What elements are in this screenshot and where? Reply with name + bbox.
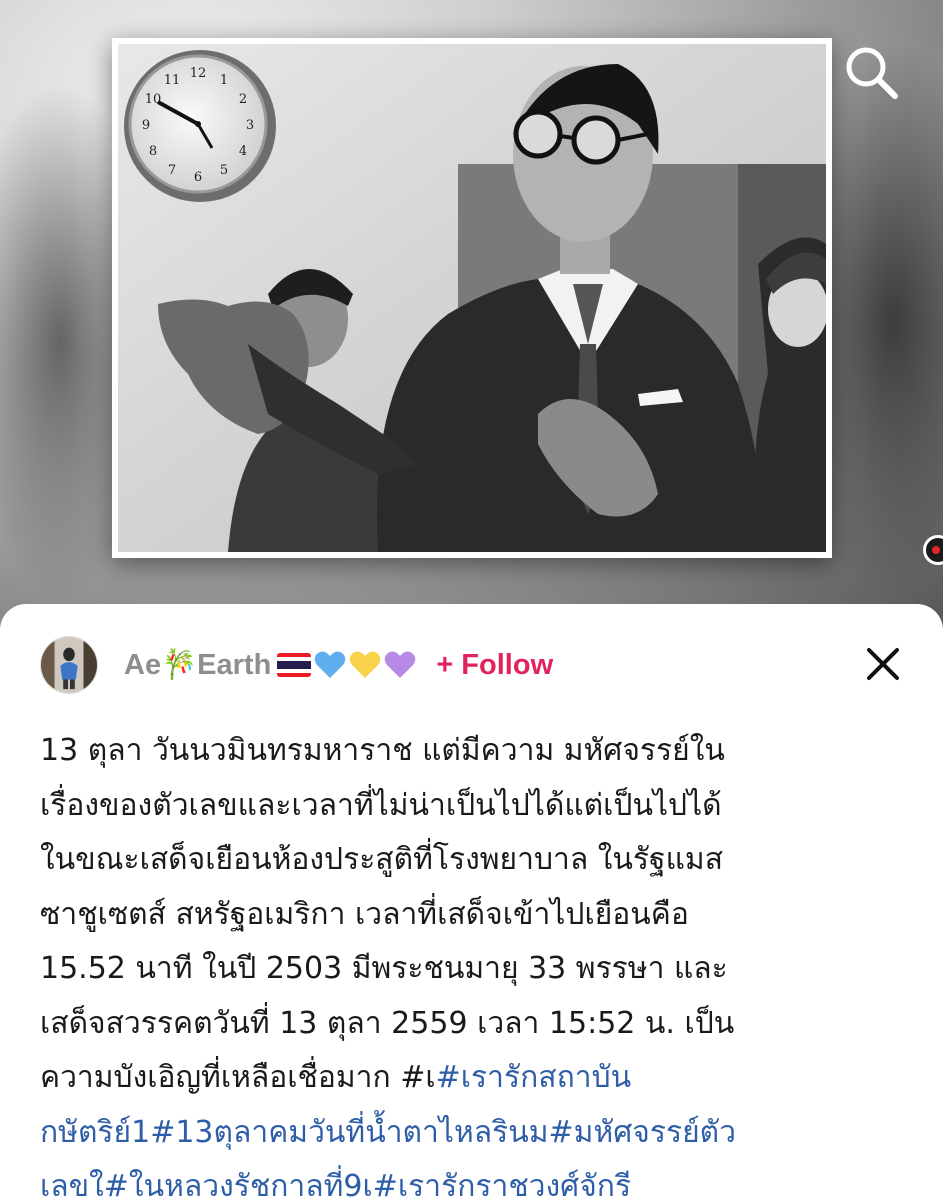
caption-text: ซาชูเซตส์ สหรัฐอเมริกา เวลาที่เสด็จเข้าไ… (40, 896, 689, 932)
woman-figure (754, 237, 826, 552)
caption-line: เรื่องของตัวเลขและเวลาที่ไม่น่าเป็นไปได้… (40, 779, 910, 834)
avatar-image (41, 637, 97, 693)
clock-numeral: 7 (168, 163, 176, 178)
hashtag-link[interactable]: #เรารักราชวงศ์จักรี (373, 1169, 631, 1200)
purple-heart-icon (385, 651, 416, 678)
clock-numeral: 3 (246, 118, 254, 133)
hashtag-link[interactable]: #มหัศจรรย์ตัว (549, 1115, 736, 1150)
clock-numeral: 8 (149, 144, 157, 159)
clock-numeral: 2 (239, 92, 247, 107)
caption-line: ในขณะเสด็จเยือนห้องประสูติที่โรงพยาบาล ใ… (40, 833, 910, 888)
hashtag-link[interactable]: #ในหลวงรัชกาลที่9เ (104, 1169, 373, 1200)
follow-button[interactable]: + Follow (436, 649, 553, 682)
search-icon (846, 47, 898, 99)
post-image-area[interactable]: 12 1 2 3 4 5 6 7 8 9 10 11 (0, 0, 943, 640)
search-button[interactable] (839, 40, 903, 104)
author-emoji-group (277, 650, 416, 680)
wall-clock: 12 12 3 45 6 78 9 1011 (124, 50, 276, 202)
clock-numeral: 4 (239, 144, 247, 159)
caption-text: ในขณะเสด็จเยือนห้องประสูติที่โรงพยาบาล ใ… (40, 842, 723, 877)
clock-numeral: 1 (220, 73, 228, 88)
caption-text: 15.52 นาที ในปี 2503 มีพระชนมายุ 33 พรรษ… (40, 951, 728, 986)
caption-line: ความบังเอิญที่เหลือเชื่อมาก #เ#เรารักสถา… (40, 1051, 910, 1106)
author-row: Ae🎋Earth + Follow (40, 634, 913, 696)
clock-numeral: 12 (190, 66, 207, 81)
caption-line: ซาชูเซตส์ สหรัฐอเมริกา เวลาที่เสด็จเข้าไ… (40, 888, 910, 943)
caption-line: เลขใ#ในหลวงรัชกาลที่9เ#เรารักราชวงศ์จักร… (40, 1160, 910, 1200)
hashtag-link[interactable]: #13ตุลาคมวันที่น้ำตาไหลรินม (150, 1115, 548, 1150)
avatar[interactable] (40, 636, 98, 694)
clock-numeral: 10 (145, 92, 162, 107)
clock-numeral: 5 (220, 163, 228, 178)
yellow-heart-icon (350, 651, 381, 678)
photo-illustration: 12 12 3 45 6 78 9 1011 (118, 44, 826, 552)
hashtag-link[interactable]: #เรารักสถาบัน (436, 1060, 632, 1095)
close-icon (867, 648, 899, 680)
caption-line: 13 ตุลา วันนวมินทรมหาราช แต่มีความ มหัศจ… (40, 724, 910, 779)
clock-numeral: 6 (194, 170, 202, 185)
clock-numeral: 11 (164, 73, 181, 88)
caption-text: ความบังเอิญที่เหลือเชื่อมาก #เ (40, 1060, 436, 1095)
caption-text: 13 ตุลา วันนวมินทรมหาราช แต่มีความ มหัศจ… (40, 733, 725, 768)
close-button[interactable] (863, 644, 903, 684)
clock-numeral: 9 (142, 118, 150, 133)
caption-text: เรื่องของตัวเลขและเวลาที่ไม่น่าเป็นไปได้… (40, 787, 722, 823)
post-caption: 13 ตุลา วันนวมินทรมหาราช แต่มีความ มหัศจ… (40, 724, 910, 1200)
blue-heart-icon (315, 651, 346, 678)
author-name[interactable]: Ae🎋Earth (124, 648, 271, 682)
hashtag-link[interactable]: เลขใ (40, 1169, 104, 1200)
caption-line: เสด็จสวรรคตวันที่ 13 ตุลา 2559 เวลา 15:5… (40, 997, 910, 1052)
hashtag-link[interactable]: กษัตริย์1 (40, 1115, 150, 1150)
post-details-sheet: Ae🎋Earth + Follow 13 ตุลา วันนวมินทรมหาร… (0, 604, 943, 1200)
caption-line: กษัตริย์1#13ตุลาคมวันที่น้ำตาไหลรินม#มหั… (40, 1106, 910, 1161)
caption-text: เสด็จสวรรคตวันที่ 13 ตุลา 2559 เวลา 15:5… (40, 1005, 735, 1041)
post-photo[interactable]: 12 1 2 3 4 5 6 7 8 9 10 11 (112, 38, 832, 558)
caption-line: 15.52 นาที ในปี 2503 มีพระชนมายุ 33 พรรษ… (40, 942, 910, 997)
flag-thailand-icon (277, 653, 312, 677)
